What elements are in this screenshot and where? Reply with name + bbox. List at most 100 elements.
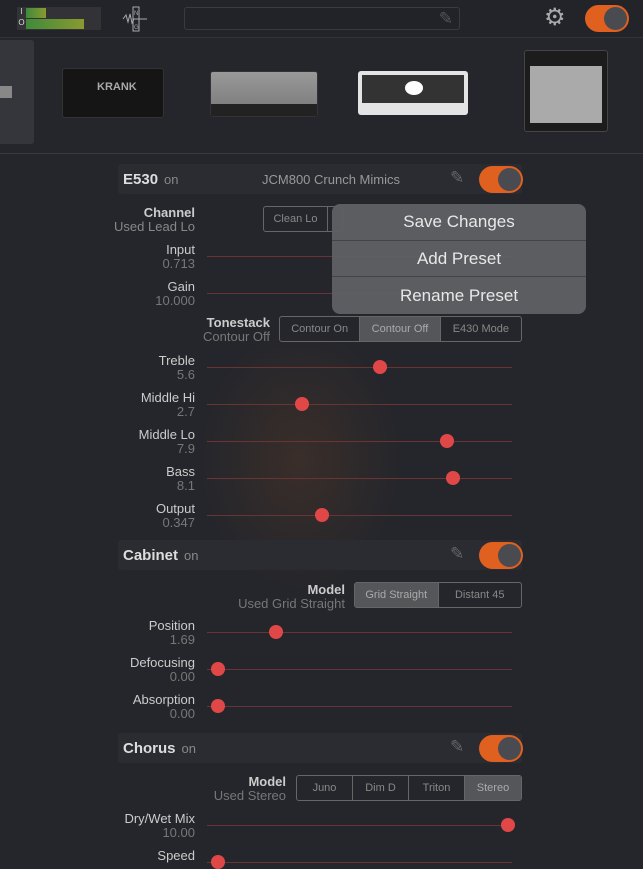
slider-label: Output 0.347: [155, 501, 195, 530]
pencil-icon[interactable]: ✎: [439, 9, 453, 29]
pencil-icon[interactable]: ✎: [450, 544, 464, 564]
cabinet-model-used: Used Grid Straight: [238, 596, 345, 611]
slider-track[interactable]: [207, 862, 512, 863]
gain-label: Gain 10.000: [155, 279, 195, 308]
slider-thumb[interactable]: [211, 662, 225, 676]
slider-thumb[interactable]: [211, 855, 225, 869]
cabinet-model-label: Model Used Grid Straight: [238, 582, 345, 611]
slider-value: 2.7: [176, 404, 195, 419]
amp-model-title: E530: [123, 171, 159, 188]
preset-menu-popover: Save Changes Add Preset Rename Preset: [332, 204, 586, 314]
slider-track[interactable]: [207, 367, 512, 368]
rename-preset-menu-item[interactable]: Rename Preset: [332, 277, 586, 314]
tonestack-selector[interactable]: Contour On Contour Off E430 Mode: [279, 316, 522, 342]
slider-track[interactable]: [207, 441, 512, 442]
slider-track[interactable]: [207, 669, 512, 670]
tonestack-used: Contour Off: [203, 329, 270, 344]
pencil-icon[interactable]: ✎: [450, 737, 464, 757]
slider-track[interactable]: [207, 825, 512, 826]
slider-value: 7.9: [176, 441, 195, 456]
slider-value: 0.347: [162, 515, 195, 530]
tonestack-option-contour-off[interactable]: Contour Off: [360, 317, 441, 341]
amp-thumbnail-krank[interactable]: KRANK: [62, 68, 164, 118]
preset-search-field[interactable]: ✎: [184, 7, 460, 30]
slider-track[interactable]: [207, 515, 512, 516]
cabinet-option-grid-straight[interactable]: Grid Straight: [355, 583, 439, 607]
slider-label: Middle Hi 2.7: [140, 390, 195, 419]
tonestack-option-e430-mode[interactable]: E430 Mode: [441, 317, 521, 341]
amp-section-header[interactable]: E530 on JCM800 Crunch Mimics ✎: [118, 164, 523, 194]
pencil-icon[interactable]: ✎: [450, 168, 464, 188]
slider-track[interactable]: [207, 706, 512, 707]
channel-option-clean-lo[interactable]: Clean Lo: [264, 207, 328, 231]
amp-carousel[interactable]: KRANK: [0, 38, 643, 154]
slider-label: Treble 5.6: [158, 353, 195, 382]
chorus-section-header[interactable]: Chorus on ✎: [118, 733, 523, 763]
channel-title: Channel: [143, 205, 195, 220]
chorus-power-toggle[interactable]: [479, 735, 523, 762]
gear-icon[interactable]: ⚙: [544, 6, 566, 30]
slider-thumb[interactable]: [440, 434, 455, 448]
input-label: Input 0.713: [162, 242, 195, 271]
slider-value: 5.6: [176, 367, 195, 382]
slider-label: Bass 8.1: [166, 464, 195, 493]
slider-thumb[interactable]: [269, 625, 283, 639]
svg-text:N: N: [134, 11, 138, 17]
amp-thumbnail-rectifier[interactable]: [210, 71, 318, 117]
chorus-option-dim-d[interactable]: Dim D: [353, 776, 409, 800]
slider-value: 10.00: [162, 825, 195, 840]
cabinet-option-distant-45[interactable]: Distant 45: [439, 583, 522, 607]
cabinet-power-toggle[interactable]: [479, 542, 523, 569]
cabinet-section-header[interactable]: Cabinet on ✎: [118, 540, 523, 570]
slider-value: 8.1: [176, 478, 195, 493]
channel-selector[interactable]: Clean Lo: [263, 206, 343, 232]
slider-track[interactable]: [207, 404, 512, 405]
cabinet-title: Cabinet: [123, 547, 179, 564]
amp-thumbnail-evh[interactable]: [358, 71, 468, 115]
amp-power-toggle[interactable]: [479, 166, 523, 193]
cabinet-state: on: [184, 548, 199, 563]
chorus-option-triton[interactable]: Triton: [409, 776, 465, 800]
input-level-bar: [26, 8, 47, 18]
chorus-option-juno[interactable]: Juno: [297, 776, 353, 800]
io-meter: I O: [17, 7, 101, 30]
add-preset-menu-item[interactable]: Add Preset: [332, 241, 586, 278]
channel-label: Channel Used Lead Lo: [114, 206, 195, 234]
slider-label: Defocusing 0.00: [129, 655, 195, 684]
chorus-model-used: Used Stereo: [213, 788, 286, 803]
tonestack-option-contour-on[interactable]: Contour On: [280, 317, 361, 341]
slider-track[interactable]: [207, 478, 512, 479]
slider-track[interactable]: [207, 632, 512, 633]
cabinet-model-selector[interactable]: Grid Straight Distant 45: [354, 582, 522, 608]
preset-name[interactable]: JCM800 Crunch Mimics: [262, 172, 400, 187]
slider-thumb[interactable]: [211, 699, 225, 713]
input-meter-label: I: [20, 7, 23, 16]
channel-used: Used Lead Lo: [114, 219, 195, 234]
output-meter-label: O: [18, 18, 25, 27]
amp-thumbnail-fender[interactable]: [524, 50, 608, 132]
slider-label: Dry/Wet Mix 10.00: [124, 811, 195, 840]
master-power-toggle[interactable]: [585, 5, 629, 32]
slider-value: 1.69: [169, 632, 195, 647]
slider-value: 0.00: [169, 706, 195, 721]
slider-thumb[interactable]: [295, 397, 310, 411]
slider-label: Speed: [157, 848, 195, 863]
noise-gate-icon[interactable]: NG: [122, 6, 148, 32]
tonestack-label: Tonestack Contour Off: [203, 315, 270, 344]
output-level-bar: [26, 19, 84, 29]
slider-label: Absorption 0.00: [132, 692, 195, 721]
amp-state: on: [164, 172, 179, 187]
slider-label: Position 1.69: [148, 618, 195, 647]
chorus-model-label: Model Used Stereo: [213, 774, 286, 803]
gain-value: 10.000: [155, 293, 195, 308]
chorus-model-selector[interactable]: Juno Dim D Triton Stereo: [296, 775, 522, 801]
chorus-option-stereo[interactable]: Stereo: [465, 776, 521, 800]
chorus-state: on: [181, 741, 196, 756]
slider-thumb[interactable]: [501, 818, 515, 832]
amp-thumbnail-selected[interactable]: [0, 40, 34, 144]
svg-text:G: G: [134, 25, 139, 31]
input-value: 0.713: [162, 256, 195, 271]
slider-thumb[interactable]: [445, 471, 460, 485]
save-changes-menu-item[interactable]: Save Changes: [332, 204, 586, 241]
slider-label: Middle Lo 7.9: [138, 427, 195, 456]
